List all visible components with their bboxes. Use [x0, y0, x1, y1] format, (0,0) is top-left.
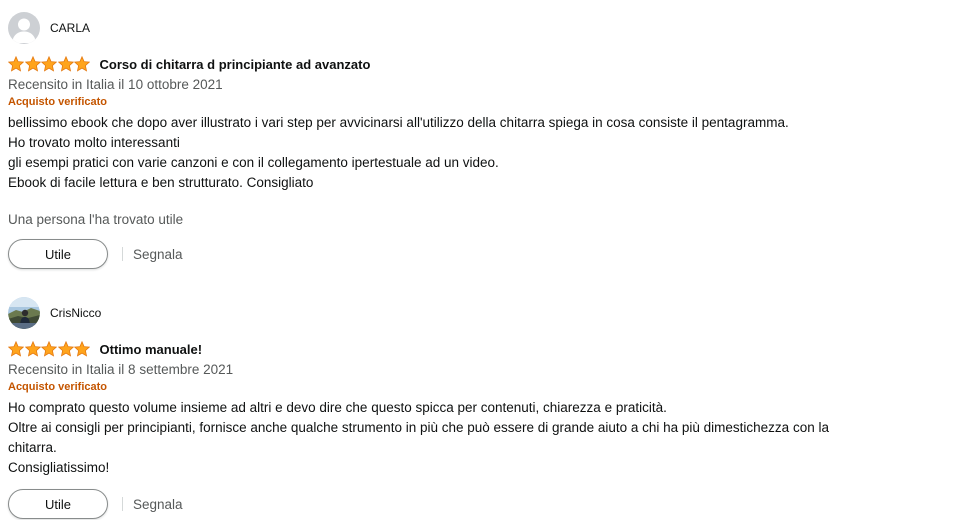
review-body-line: Ho trovato molto interessanti: [8, 135, 180, 150]
review-body-line: gli esempi pratici con varie canzoni e c…: [8, 155, 499, 170]
review-body: bellissimo ebook che dopo aver illustrat…: [8, 113, 948, 193]
star-icon: [8, 56, 24, 72]
star-icon: [41, 56, 57, 72]
star-icon: [57, 341, 74, 357]
report-link[interactable]: Segnala: [133, 497, 183, 512]
helpful-count: Una persona l'ha trovato utile: [8, 212, 184, 227]
reviewer-profile[interactable]: CARLA: [8, 12, 948, 44]
review-title[interactable]: Corso di chitarra d principiante ad avan…: [100, 57, 371, 72]
reviewer-profile[interactable]: CrisNicco: [8, 297, 948, 329]
review-title[interactable]: Ottimo manuale!: [100, 342, 203, 357]
star-icon: [57, 56, 74, 72]
star-icon: [8, 341, 24, 357]
review-date: Recensito in Italia il 10 ottobre 2021: [8, 77, 223, 92]
helpful-button[interactable]: Utile: [8, 239, 108, 269]
review-date: Recensito in Italia il 8 settembre 2021: [8, 362, 234, 377]
star-rating[interactable]: [8, 56, 91, 72]
review-body-line: bellissimo ebook che dopo aver illustrat…: [8, 115, 789, 130]
star-icon: [41, 341, 57, 357]
review-body: Ho comprato questo volume insieme ad alt…: [8, 398, 948, 478]
review-card: CARLA Corso di chitarra d principiante a…: [8, 0, 948, 270]
divider: [122, 247, 123, 261]
divider: [122, 497, 123, 511]
user-photo-avatar: [8, 297, 40, 329]
verified-purchase-badge: Acquisto verificato: [8, 96, 108, 108]
star-icon: [24, 56, 41, 72]
star-icon: [74, 56, 90, 72]
verified-purchase-badge: Acquisto verificato: [8, 381, 108, 393]
helpful-button[interactable]: Utile: [8, 489, 108, 519]
star-icon: [24, 341, 41, 357]
default-avatar-icon: [8, 12, 40, 44]
review-body-line: Ho comprato questo volume insieme ad alt…: [8, 400, 667, 415]
star-rating[interactable]: [8, 341, 91, 357]
report-link[interactable]: Segnala: [133, 247, 183, 262]
review-body-line: Ebook di facile lettura e ben strutturat…: [8, 175, 314, 190]
reviewer-name[interactable]: CARLA: [50, 21, 90, 35]
review-body-line: Consigliatissimo!: [8, 460, 110, 475]
review-body-line: chitarra.: [8, 440, 57, 455]
reviewer-name[interactable]: CrisNicco: [50, 306, 101, 320]
star-icon: [74, 341, 90, 357]
review-card: CrisNicco Ottimo manuale! Recensito in I…: [8, 270, 948, 520]
review-body-line: Oltre ai consigli per principianti, forn…: [8, 420, 829, 435]
